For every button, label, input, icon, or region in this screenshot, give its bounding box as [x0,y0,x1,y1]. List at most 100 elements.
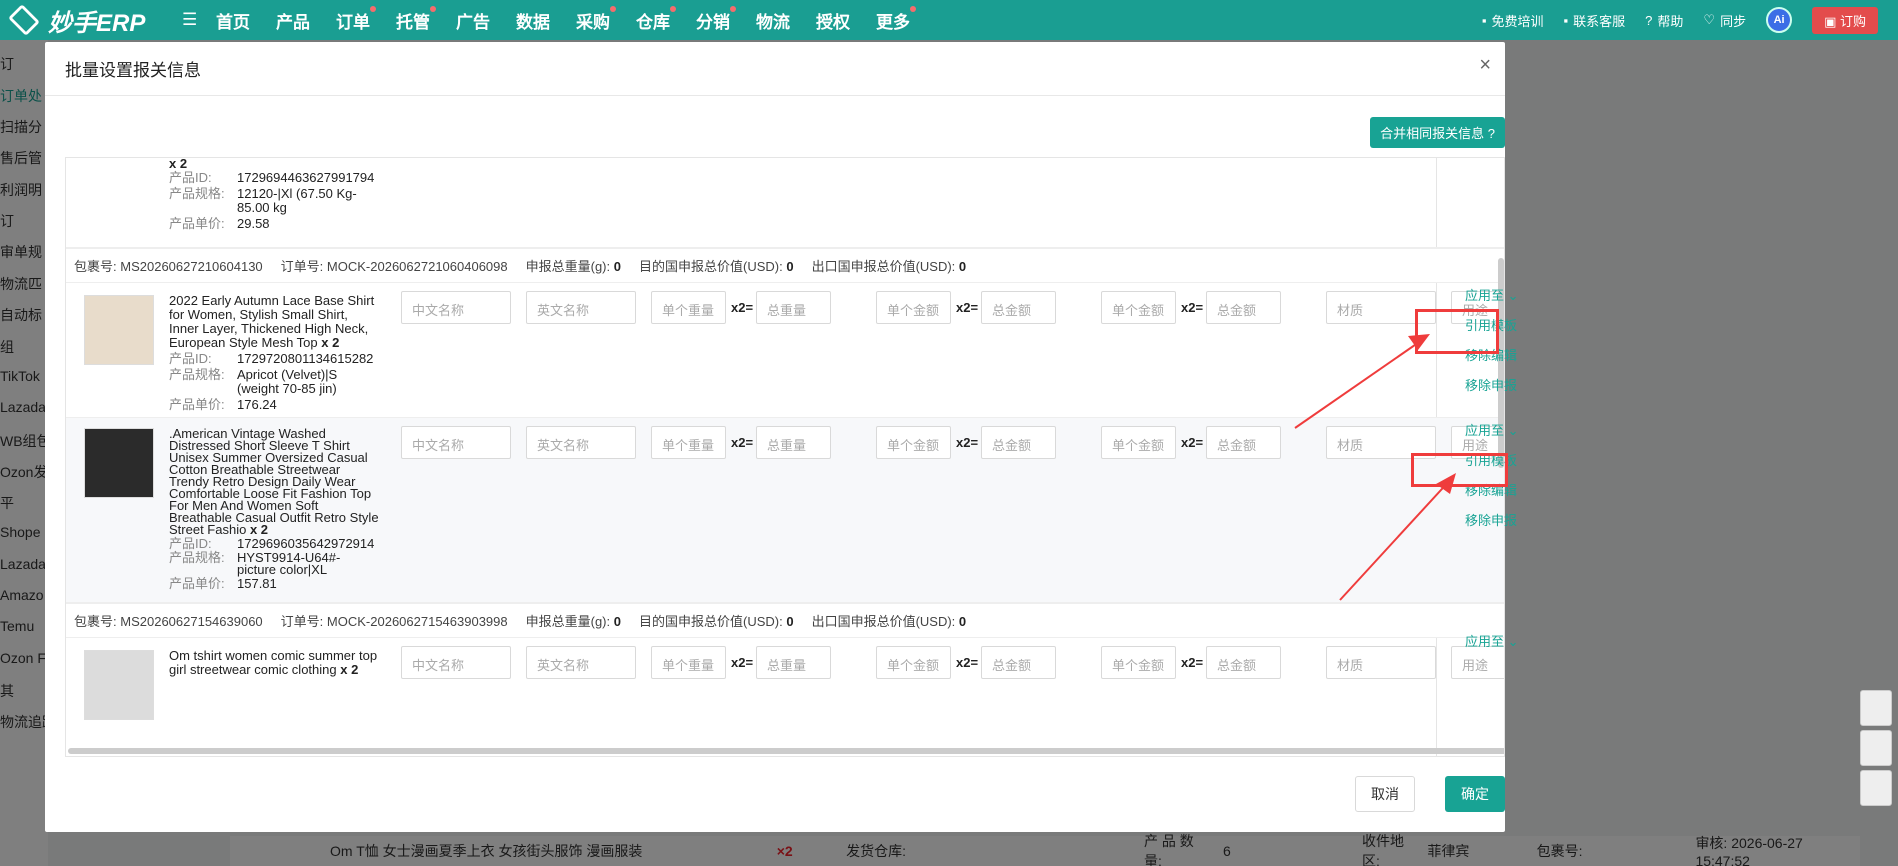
order-button[interactable]: ▣ 订购 [1812,6,1878,34]
price-label: 产品单价: [169,576,225,591]
total-weight-input[interactable]: 总重量 [756,646,831,679]
product-image [84,650,154,720]
product-price: 176.24 [237,397,277,412]
list-item: Om tshirt women comic summer top girl st… [66,638,1504,756]
total-amount-input[interactable]: 总金额 [981,646,1056,679]
order-no: 订单号: MOCK-2026062721060406098 [281,256,508,275]
chevron-down-icon: ⌄ [1507,423,1519,438]
unit-amount-input[interactable]: 单个金额 [876,646,951,679]
total-weight: 申报总重量(g): 0 [526,611,621,630]
total-weight-input[interactable]: 总重量 [756,426,831,459]
en-name-input[interactable]: 英文名称 [526,426,636,459]
product-title: .American Vintage Washed Distressed Shor… [169,427,379,536]
phone-icon[interactable] [1860,730,1892,766]
dest-value-value: 0 [786,259,794,274]
training-link[interactable]: ▪ 免费培训 [1482,11,1544,30]
unit-amount-input[interactable]: 单个金额 [876,291,951,324]
nav-home[interactable]: 首页 [216,8,250,33]
service-link[interactable]: ▪ 联系客服 [1564,11,1626,30]
help-link[interactable]: ? 帮助 [1645,11,1683,30]
price-label: 产品单价: [169,216,225,231]
product-id-label: 产品ID: [169,170,212,185]
multiplier: x2= [1181,300,1204,315]
product-title: Om tshirt women comic summer top girl st… [169,649,379,677]
horizontal-scrollbar[interactable] [68,748,1504,754]
order-label: 订购 [1839,13,1866,29]
total-amount-input[interactable]: 总金额 [981,291,1056,324]
menu-icon[interactable]: ☰ [182,10,198,30]
confirm-button[interactable]: 确定 [1445,776,1505,812]
nav-products[interactable]: 产品 [276,8,310,33]
pkg-no-value: MS20260627154639060 [120,614,263,629]
export-value-label: 出口国申报总价值(USD): [811,614,956,629]
weight-value: 0 [613,259,621,274]
multiplier: x2= [731,300,754,315]
total-amount-input[interactable]: 总金额 [981,426,1056,459]
pkg-no-label: 包裹号: [74,259,117,274]
nav-authorization[interactable]: 授权 [816,8,850,33]
nav-ads[interactable]: 广告 [456,8,490,33]
en-name-input[interactable]: 英文名称 [526,291,636,324]
unit-amount-export-input[interactable]: 单个金额 [1101,426,1176,459]
nav-hosting[interactable]: 托管 [396,5,436,33]
calendar-icon[interactable] [1860,770,1892,806]
message-icon: ▪ [1563,12,1569,28]
weight-value: 0 [613,614,621,629]
ai-assistant-icon[interactable]: Ai [1766,7,1793,33]
export-value: 出口国申报总价值(USD): 0 [812,256,967,275]
spec-label: 产品规格: [169,550,225,565]
close-icon[interactable]: × [1479,54,1491,77]
unit-amount-export-input[interactable]: 单个金额 [1101,646,1176,679]
unit-amount-export-input[interactable]: 单个金额 [1101,291,1176,324]
nav-purchase[interactable]: 采购 [576,5,616,33]
nav-data[interactable]: 数据 [516,8,550,33]
apply-to-dropdown[interactable]: 应用至 ⌄ [1465,627,1545,657]
multiplier: x2= [956,300,979,315]
multiplier: x2= [1181,435,1204,450]
unit-weight-input[interactable]: 单个重量 [651,426,726,459]
nav-warehouse[interactable]: 仓库 [636,5,676,33]
product-image [84,428,154,498]
export-value-label: 出口国申报总价值(USD): [811,259,956,274]
product-spec: Apricot (Velvet)|S (weight 70-85 jin) [237,367,338,396]
material-input[interactable]: 材质 [1326,646,1436,679]
apply-to-dropdown[interactable]: 应用至 ⌄ [1465,281,1545,311]
app-logo[interactable]: 妙手ERP [0,3,180,38]
declaration-list: x 2 产品ID: 1729694463627991794 产品规格: 12120-… [65,157,1505,757]
product-qty: x 2 [321,335,340,350]
unit-amount-input[interactable]: 单个金额 [876,426,951,459]
apply-to-dropdown[interactable]: 应用至 ⌄ [1465,416,1545,446]
merge-declaration-button[interactable]: 合并相同报关信息 ? [1370,117,1505,148]
product-title: 2022 Early Autumn Lace Base Shirt for Wo… [169,294,379,350]
dest-value-label: 目的国申报总价值(USD): [639,259,783,274]
unit-weight-input[interactable]: 单个重量 [651,291,726,324]
cn-name-input[interactable]: 中文名称 [401,426,511,459]
nav-orders[interactable]: 订单 [336,5,376,33]
cn-name-input[interactable]: 中文名称 [401,646,511,679]
logo-text: 妙手ERP [48,9,146,37]
total-amount-export-input[interactable]: 总金额 [1206,426,1281,459]
product-id-label: 产品ID: [169,351,212,366]
merge-label: 合并相同报关信息 [1380,126,1485,141]
nav-distribution[interactable]: 分销 [696,5,736,33]
weight-label: 申报总重量(g): [525,614,611,629]
apply-label: 应用至 [1465,634,1505,649]
dest-value-value: 0 [786,614,794,629]
expand-icon[interactable] [1860,690,1892,726]
export-value: 出口国申报总价值(USD): 0 [812,611,967,630]
en-name-input[interactable]: 英文名称 [526,646,636,679]
total-amount-export-input[interactable]: 总金额 [1206,646,1281,679]
remove-declaration-link[interactable]: 移除申报 [1465,506,1545,536]
cn-name-input[interactable]: 中文名称 [401,291,511,324]
total-weight-input[interactable]: 总重量 [756,291,831,324]
sync-link[interactable]: ♡ 同步 [1703,11,1746,30]
total-amount-export-input[interactable]: 总金额 [1206,291,1281,324]
multiplier: x2= [1181,655,1204,670]
nav-more[interactable]: 更多 [876,5,916,33]
apply-label: 应用至 [1465,423,1505,438]
unit-weight-input[interactable]: 单个重量 [651,646,726,679]
remove-declaration-link[interactable]: 移除申报 [1465,371,1545,401]
nav-logistics[interactable]: 物流 [756,8,790,33]
highlight-box [1415,309,1499,354]
cancel-button[interactable]: 取消 [1355,776,1415,812]
